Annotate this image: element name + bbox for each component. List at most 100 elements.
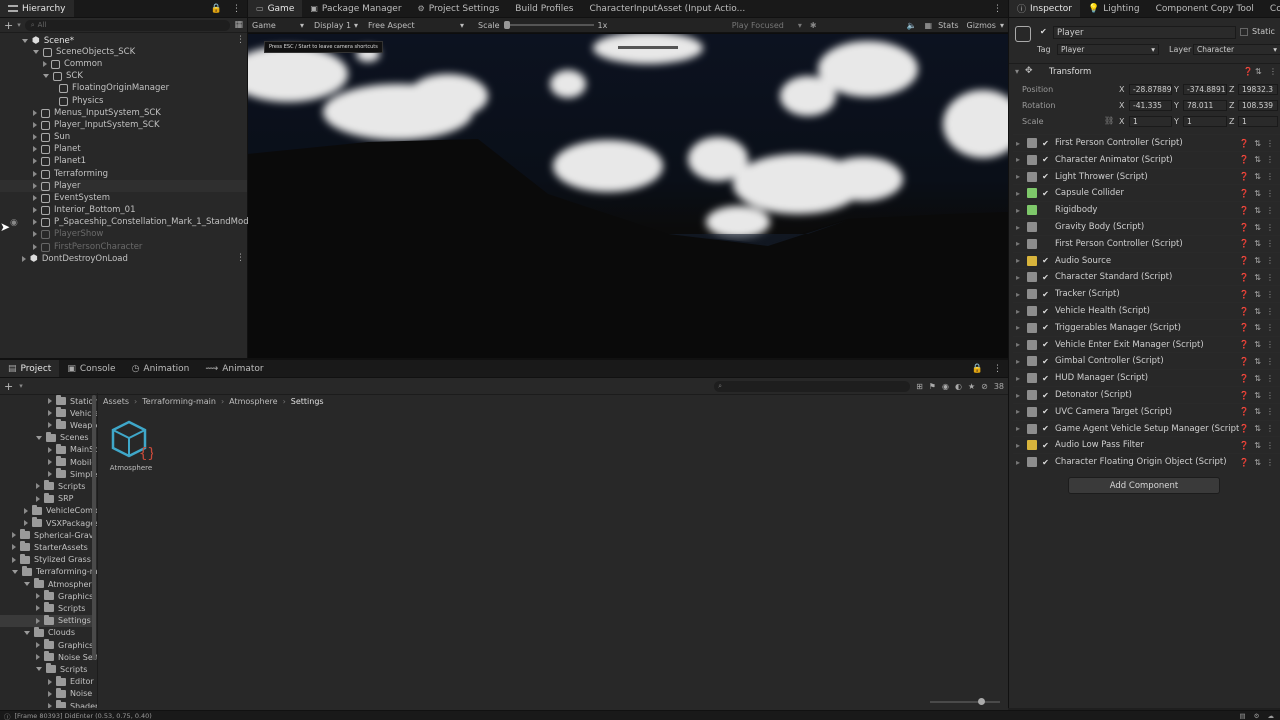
component-enabled-checkbox[interactable]: ✔ (1041, 357, 1050, 366)
context-menu-icon[interactable]: ⋮ (1269, 67, 1277, 76)
folder-tree-item[interactable]: Scripts (0, 602, 92, 614)
context-menu-icon[interactable]: ⋮ (1266, 340, 1274, 349)
tab-lighting[interactable]: 💡 Lighting (1080, 0, 1148, 17)
scale-z-field[interactable]: 1 (1238, 116, 1278, 127)
scale-x-field[interactable]: 1 (1129, 116, 1172, 127)
help-icon[interactable]: ❓ (1239, 223, 1249, 232)
preset-icon[interactable]: ⇅ (1254, 139, 1261, 148)
collapse-icon[interactable] (12, 544, 16, 551)
component-enabled-checkbox[interactable]: ✔ (1041, 189, 1050, 198)
collapse-icon[interactable] (36, 605, 40, 612)
context-menu-icon[interactable]: ⋮ (1266, 189, 1274, 198)
component-row[interactable]: ▸ Gravity Body (Script) ❓ ⇅ ⋮ (1013, 218, 1280, 235)
list-item[interactable]: Menus_InputSystem_SCK (33, 107, 161, 119)
folder-tree-item[interactable]: Terraforming-m (0, 565, 97, 578)
rotation-y-field[interactable]: 78.011 (1183, 100, 1227, 111)
collapse-icon[interactable]: ▸ (1016, 172, 1024, 181)
context-menu-icon[interactable]: ⋮ (1266, 155, 1274, 164)
folder-tree-item[interactable]: Noise (0, 687, 92, 700)
help-icon[interactable]: ❓ (1239, 323, 1249, 332)
collapse-icon[interactable] (48, 471, 52, 478)
tree-scrollbar[interactable] (92, 395, 96, 660)
component-row[interactable]: ▸ ✔ Audio Low Pass Filter ❓ ⇅ ⋮ (1013, 436, 1280, 453)
expand-icon[interactable] (43, 74, 49, 78)
collapse-icon[interactable] (48, 459, 52, 465)
component-enabled-checkbox[interactable]: ✔ (1041, 391, 1050, 400)
tab-inspector[interactable]: ⓘ Inspector (1009, 0, 1080, 17)
list-item[interactable]: Player_InputSystem_SCK (33, 119, 160, 131)
tab-build-profiles[interactable]: Build Profiles (507, 0, 581, 17)
collapse-icon[interactable]: ▸ (1016, 155, 1024, 164)
visibility-icon[interactable]: ◐ (955, 382, 962, 391)
add-icon[interactable]: + (4, 19, 13, 32)
tab-project[interactable]: ▤ Project (0, 360, 60, 377)
component-enabled-checkbox[interactable]: ✔ (1041, 458, 1050, 467)
preset-icon[interactable]: ⇅ (1254, 223, 1261, 232)
context-menu-icon[interactable]: ⋮ (1266, 391, 1274, 400)
folder-tree-item[interactable]: Stations (0, 395, 97, 407)
component-enabled-checkbox[interactable]: ✔ (1041, 256, 1050, 265)
component-row[interactable]: ▸ ✔ Light Thrower (Script) ❓ ⇅ ⋮ (1013, 167, 1280, 185)
component-row[interactable]: ▸ ✔ Character Animator (Script) ❓ ⇅ ⋮ (1013, 150, 1280, 168)
context-menu-icon[interactable]: ⋮ (1266, 239, 1274, 248)
folder-tree-item[interactable]: SimpleD (0, 468, 97, 480)
collapse-icon[interactable] (24, 520, 28, 526)
collab-icon[interactable]: ☁ (1268, 712, 1275, 720)
component-row[interactable]: ▸ First Person Controller (Script) ❓ ⇅ ⋮ (1013, 234, 1280, 252)
breadcrumb-item[interactable]: Settings (291, 397, 324, 406)
preset-icon[interactable]: ⇅ (1254, 307, 1261, 316)
help-icon[interactable]: ❓ (1239, 441, 1249, 450)
rotation-z-field[interactable]: 108.539 (1238, 100, 1278, 111)
component-row[interactable]: ▸ ✔ Character Standard (Script) ❓ ⇅ ⋮ (1013, 268, 1280, 285)
tab-hierarchy[interactable]: Hierarchy (0, 0, 74, 17)
context-menu-icon[interactable]: ⋮ (1266, 273, 1274, 282)
folder-tree-item[interactable]: Clouds (0, 626, 92, 639)
collapse-icon[interactable] (48, 398, 52, 404)
game-viewport[interactable]: Press ESC / Start to leave camera shortc… (248, 34, 1008, 358)
breadcrumb-item[interactable]: Assets (103, 397, 129, 406)
help-icon[interactable]: ❓ (1239, 256, 1249, 265)
component-row[interactable]: ▸ ✔ Capsule Collider ❓ ⇅ ⋮ (1013, 184, 1280, 201)
context-menu-icon[interactable]: ⋮ (1266, 206, 1274, 215)
tab-animator[interactable]: ⟿ Animator (197, 360, 271, 377)
scale-slider-thumb[interactable] (503, 21, 510, 29)
component-enabled-checkbox[interactable]: ✔ (1041, 290, 1050, 299)
folder-tree-item[interactable]: MainScene (0, 443, 97, 456)
component-enabled-checkbox[interactable] (1041, 223, 1050, 232)
help-icon[interactable]: ❓ (1239, 189, 1249, 198)
stats-button[interactable]: Stats (938, 21, 966, 30)
component-enabled-checkbox[interactable]: ✔ (1041, 374, 1050, 383)
list-item[interactable]: Planet (33, 143, 81, 155)
preset-icon[interactable]: ⇅ (1254, 441, 1261, 450)
expand-icon[interactable] (36, 435, 42, 440)
collapse-icon[interactable] (36, 654, 40, 661)
aspect-dropdown[interactable]: Free Aspect ▾ (362, 21, 468, 30)
folder-tree-item[interactable]: Settings (0, 614, 92, 627)
preset-icon[interactable]: ⇅ (1254, 189, 1261, 198)
preset-icon[interactable]: ⇅ (1254, 374, 1261, 383)
help-icon[interactable]: ❓ (1239, 139, 1249, 148)
component-enabled-checkbox[interactable] (1041, 206, 1050, 215)
collapse-icon[interactable]: ▸ (1016, 206, 1024, 215)
project-menu-icon[interactable]: ⋮ (987, 360, 1008, 377)
collapse-icon[interactable] (33, 122, 37, 128)
breadcrumb-item[interactable]: Terraforming-main (142, 397, 216, 406)
help-icon[interactable]: ❓ (1239, 290, 1249, 299)
component-enabled-checkbox[interactable]: ✔ (1041, 307, 1050, 316)
expand-icon[interactable] (12, 569, 18, 574)
help-icon[interactable]: ❓ (1239, 307, 1249, 316)
component-enabled-checkbox[interactable]: ✔ (1041, 340, 1050, 349)
collapse-icon[interactable] (36, 495, 40, 502)
preset-icon[interactable]: ⇅ (1254, 273, 1261, 282)
preset-icon[interactable]: ⇅ (1254, 206, 1261, 215)
row-menu-icon[interactable]: ⋮ (236, 253, 245, 263)
scene-filter-icon[interactable]: ▦ (234, 20, 243, 30)
context-menu-icon[interactable]: ⋮ (1266, 172, 1274, 181)
folder-tree-item[interactable]: Scenes (0, 431, 92, 444)
collapse-icon[interactable] (48, 410, 52, 417)
preset-icon[interactable]: ⇅ (1254, 424, 1261, 433)
dropdown-arrow-icon[interactable]: ▾ (17, 21, 21, 29)
preset-icon[interactable]: ⇅ (1254, 155, 1261, 164)
preset-icon[interactable]: ⇅ (1254, 256, 1261, 265)
list-item[interactable]: EventSystem (33, 192, 110, 204)
